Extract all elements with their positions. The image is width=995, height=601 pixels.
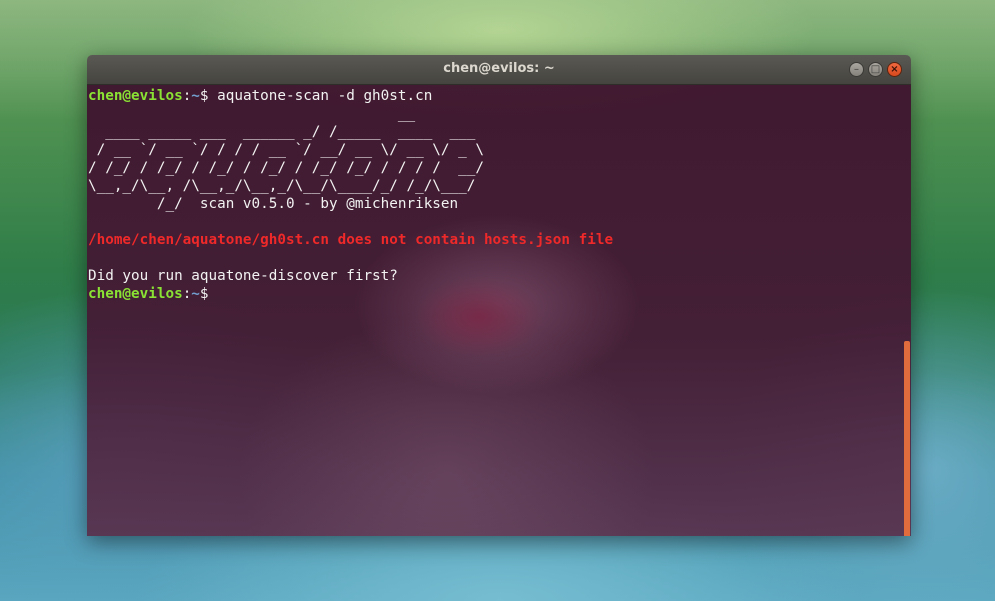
banner-line: \__,_/\__, /\__,_/\__,_/\__/\____/_/ /_/… (88, 178, 476, 194)
error-message: /home/chen/aquatone/gh0st.cn does not co… (88, 232, 614, 248)
prompt-line: chen@evilos:~$ aquatone-scan -d gh0st.cn (88, 87, 613, 105)
scrollbar[interactable] (904, 341, 910, 536)
prompt-user-host: chen@evilos (88, 286, 183, 302)
close-icon: × (890, 63, 899, 75)
banner-line: ____ _____ ___ ______ _/ /_____ ____ ___ (88, 124, 476, 140)
terminal-output: chen@evilos:~$ aquatone-scan -d gh0st.cn… (88, 87, 613, 303)
prompt-separator: : (182, 88, 192, 104)
prompt-path: ~ (191, 88, 200, 104)
prompt-line: chen@evilos:~$ (88, 285, 613, 303)
prompt-separator: : (182, 286, 192, 302)
prompt-user-host: chen@evilos (88, 88, 183, 104)
maximize-button[interactable]: □ (868, 62, 883, 77)
command-text: aquatone-scan -d gh0st.cn (208, 88, 433, 104)
close-button[interactable]: × (887, 62, 902, 77)
maximize-icon: □ (870, 63, 881, 75)
prompt-symbol: $ (199, 88, 209, 104)
hint-message: Did you run aquatone-discover first? (88, 268, 398, 284)
minimize-button[interactable]: – (849, 62, 864, 77)
banner-line: / /_/ / /_/ / /_/ / /_/ / /_/ /_/ / / / … (88, 160, 484, 176)
prompt-symbol: $ (199, 286, 209, 302)
banner-line: / __ `/ __ `/ / / / __ `/ __/ __ \/ __ \… (88, 142, 484, 158)
prompt-path: ~ (191, 286, 200, 302)
window-titlebar[interactable]: chen@evilos: ~ – □ × (87, 55, 911, 85)
banner-line: __ (88, 106, 416, 122)
banner-version-line: /_/ scan v0.5.0 - by @michenriksen (88, 196, 459, 212)
minimize-icon: – (854, 63, 859, 75)
window-title: chen@evilos: ~ (443, 61, 555, 76)
terminal-area[interactable]: chen@evilos:~$ aquatone-scan -d gh0st.cn… (87, 85, 911, 536)
terminal-window[interactable]: chen@evilos: ~ – □ × chen@evilos:~$ aqua… (87, 55, 911, 536)
